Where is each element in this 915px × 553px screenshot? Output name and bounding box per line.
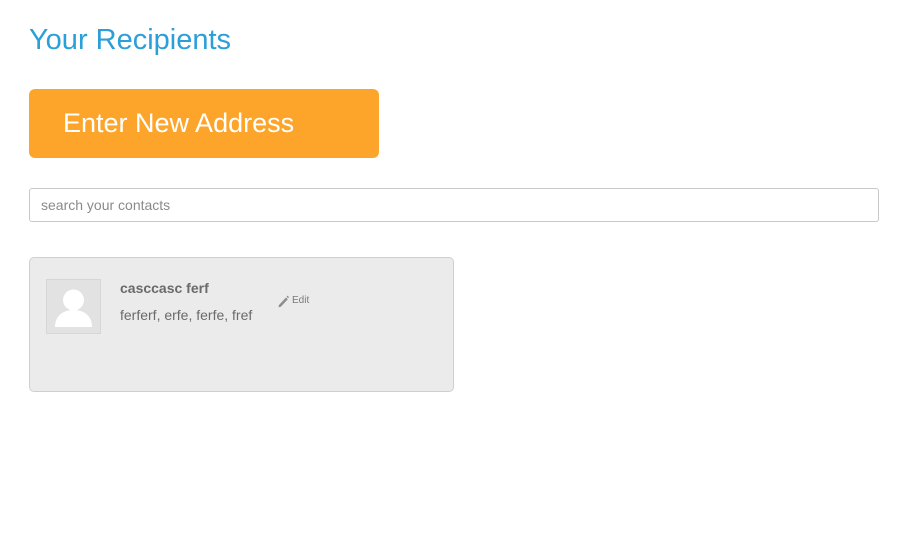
search-contacts-input[interactable]: [29, 188, 879, 222]
contact-name: casccasc ferf: [120, 280, 209, 296]
edit-label: Edit: [292, 295, 310, 306]
contact-address: ferferf, erfe, ferfe, fref: [120, 307, 253, 323]
page-title: Your Recipients: [29, 24, 232, 56]
pencil-icon: [277, 294, 289, 308]
enter-new-address-button[interactable]: Enter New Address: [29, 89, 379, 158]
contact-card[interactable]: casccasc ferf ferferf, erfe, ferfe, fref…: [29, 257, 454, 392]
default-avatar-icon: [46, 279, 101, 334]
edit-contact-link[interactable]: Edit: [277, 294, 309, 308]
